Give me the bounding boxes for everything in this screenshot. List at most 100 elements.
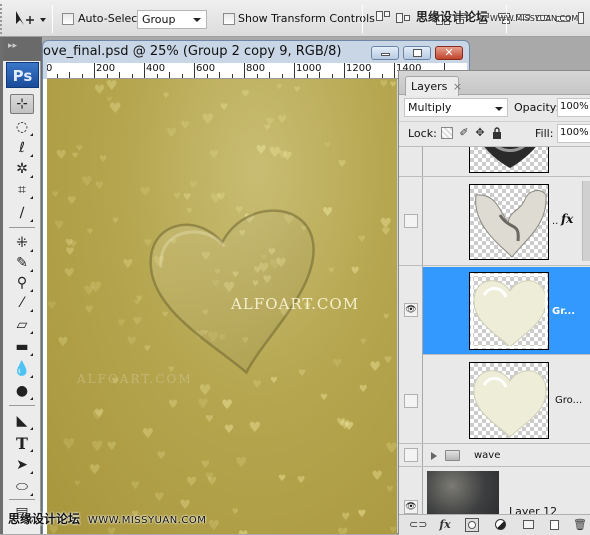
type-tool[interactable]: T [10, 433, 34, 453]
layer-row[interactable]: Gro... [399, 356, 590, 444]
tab-layers[interactable]: Layers × [405, 76, 462, 96]
bokeh-heart: ♥ [180, 119, 191, 133]
eraser-tool[interactable]: ▱ [10, 315, 34, 335]
dodge-tool[interactable]: ● [10, 381, 34, 401]
adjustment-icon[interactable] [493, 518, 507, 532]
layer-row[interactable]: 👁 Layer 12 [399, 468, 590, 514]
ruler-tick [281, 74, 283, 78]
bokeh-heart: ♥ [88, 462, 101, 478]
bokeh-heart: ♥ [263, 123, 271, 133]
maximize-button[interactable] [403, 46, 431, 60]
lasso-tool[interactable]: ℓ [10, 138, 34, 158]
photoshop-logo[interactable]: Ps [6, 62, 39, 88]
magic-wand-tool[interactable]: ✲ [10, 159, 34, 179]
link-icon[interactable]: ⊂⊃ [409, 518, 427, 532]
document-canvas[interactable]: ♥ ♥ ♥ ♥ ♥ ♥ ♥ ♥ ♥ ♥ ♥ ♥ ♥ ♥ ♥ ♥ ♥ ♥ ♥ ♥ ♥ ♥ ♥ ♥ ♥ ♥ ♥ ♥ ♥ ♥ ♥ ♥ ♥ ♥ ♥ ♥ ♥ ♥ ♥ ♥… [47, 79, 397, 534]
layer-row[interactable]: .. fx [399, 178, 590, 266]
visibility-toggle[interactable] [404, 394, 418, 408]
bokeh-heart: ♥ [126, 334, 137, 349]
ruler-tick [244, 63, 245, 78]
bokeh-heart: ♥ [276, 81, 283, 91]
bokeh-heart: ♥ [66, 193, 77, 207]
layer-row-selected[interactable]: Gr... [423, 267, 590, 355]
brush-tool[interactable]: ✎ [10, 253, 34, 273]
opacity-input[interactable]: 100% [557, 98, 590, 117]
site-watermark-top: 思缘设计论坛 WWW.MISSYUAN.COM [416, 8, 578, 25]
bokeh-heart: ♥ [80, 174, 93, 190]
tool-preset-picker[interactable] [12, 8, 48, 30]
bokeh-heart: ♥ [248, 420, 262, 437]
history-brush-tool[interactable]: ⁄ [10, 293, 34, 313]
brush-tool-icon: ✎ [16, 255, 28, 271]
close-button[interactable]: ✕ [435, 46, 463, 60]
bokeh-heart: ♥ [122, 256, 134, 272]
bokeh-heart: ♥ [83, 284, 95, 300]
align-top-icon[interactable] [376, 11, 392, 25]
expand-triangle-icon[interactable] [431, 452, 437, 460]
bokeh-heart: ♥ [53, 217, 65, 232]
ruler-label: 1200 [346, 63, 372, 74]
lock-all-padlock-icon[interactable] [491, 127, 503, 139]
bokeh-heart: ♥ [201, 111, 215, 129]
show-transform-checkbox[interactable] [223, 13, 235, 25]
lock-transparency-icon[interactable] [441, 127, 453, 139]
site-watermark-text: 思缘设计论坛 [8, 512, 81, 526]
pen-tool[interactable]: ◣ [10, 411, 34, 431]
bokeh-heart: ♥ [188, 179, 198, 191]
layer-effects-fx-icon[interactable]: fx [561, 212, 573, 226]
layers-footer-toolbar: ⊂⊃ fx 🗑 [399, 514, 590, 535]
auto-select-dropdown[interactable]: Group [137, 10, 207, 29]
visibility-toggle-eye-icon[interactable]: 👁 [404, 500, 418, 514]
bokeh-heart: ♥ [106, 439, 117, 454]
flyout-indicator [30, 397, 33, 400]
panel-grip[interactable] [0, 4, 6, 34]
ruler-tick [169, 72, 170, 78]
lock-label: Lock: [408, 127, 437, 140]
ruler-tick [219, 72, 220, 78]
path-selection-tool[interactable]: ➤ [10, 455, 34, 475]
fx-icon[interactable]: fx [437, 518, 453, 532]
alfoart-watermark: ALFOART.COM [231, 295, 360, 313]
bokeh-heart: ♥ [106, 95, 113, 105]
layers-scrollbar[interactable] [582, 181, 590, 261]
marquee-tool[interactable]: ◌ [10, 117, 34, 137]
bokeh-heart: ♥ [90, 438, 104, 455]
bokeh-heart: ♥ [327, 265, 335, 275]
lock-position-move-icon[interactable]: ✥ [474, 127, 486, 139]
move-tool[interactable]: ⊹ [10, 94, 34, 114]
ruler-label: 800 [246, 63, 266, 74]
fill-input[interactable]: 100% [557, 124, 590, 143]
visibility-toggle[interactable] [404, 448, 418, 462]
new-layer-icon[interactable] [547, 518, 561, 532]
ruler-tick [194, 63, 195, 78]
visibility-toggle[interactable] [404, 214, 418, 228]
crop-tool[interactable]: ⌗ [10, 180, 34, 200]
ruler-tick [181, 74, 183, 78]
flyout-indicator [30, 449, 33, 452]
group-folder-icon[interactable] [521, 518, 535, 532]
shape-tool[interactable]: ⬭ [10, 477, 34, 497]
bokeh-heart: ♥ [165, 124, 178, 140]
blend-mode-value: Multiply [408, 101, 452, 114]
clone-stamp-tool[interactable]: ⚲ [10, 273, 34, 293]
blur-tool[interactable]: 💧 [10, 359, 34, 379]
healing-brush-tool[interactable]: ⁜ [10, 233, 34, 253]
distribute-left-icon[interactable] [578, 11, 590, 25]
close-icon[interactable]: × [453, 80, 462, 93]
visibility-toggle-eye-icon[interactable]: 👁 [404, 303, 418, 317]
blend-mode-dropdown[interactable]: Multiply [404, 98, 508, 117]
align-vcenter-icon[interactable] [396, 11, 412, 25]
minimize-button[interactable] [371, 46, 399, 60]
auto-select-checkbox[interactable] [62, 13, 74, 25]
layer-group-row[interactable]: wave [399, 445, 590, 467]
mask-icon[interactable] [465, 518, 479, 532]
gradient-tool[interactable]: ▬ [10, 337, 34, 357]
trash-icon[interactable]: 🗑 [573, 518, 587, 532]
ruler-label: 200 [96, 63, 116, 74]
site-watermark: 思缘设计论坛 WWW.MISSYUAN.COM [8, 510, 206, 527]
collapse-panel-button[interactable]: ▸▸ [3, 37, 41, 61]
lock-pixels-brush-icon[interactable]: ✐ [458, 127, 470, 139]
layer-row[interactable] [399, 147, 590, 177]
bokeh-heart: ♥ [204, 471, 214, 484]
eyedropper-tool[interactable]: ∕ [10, 203, 34, 223]
